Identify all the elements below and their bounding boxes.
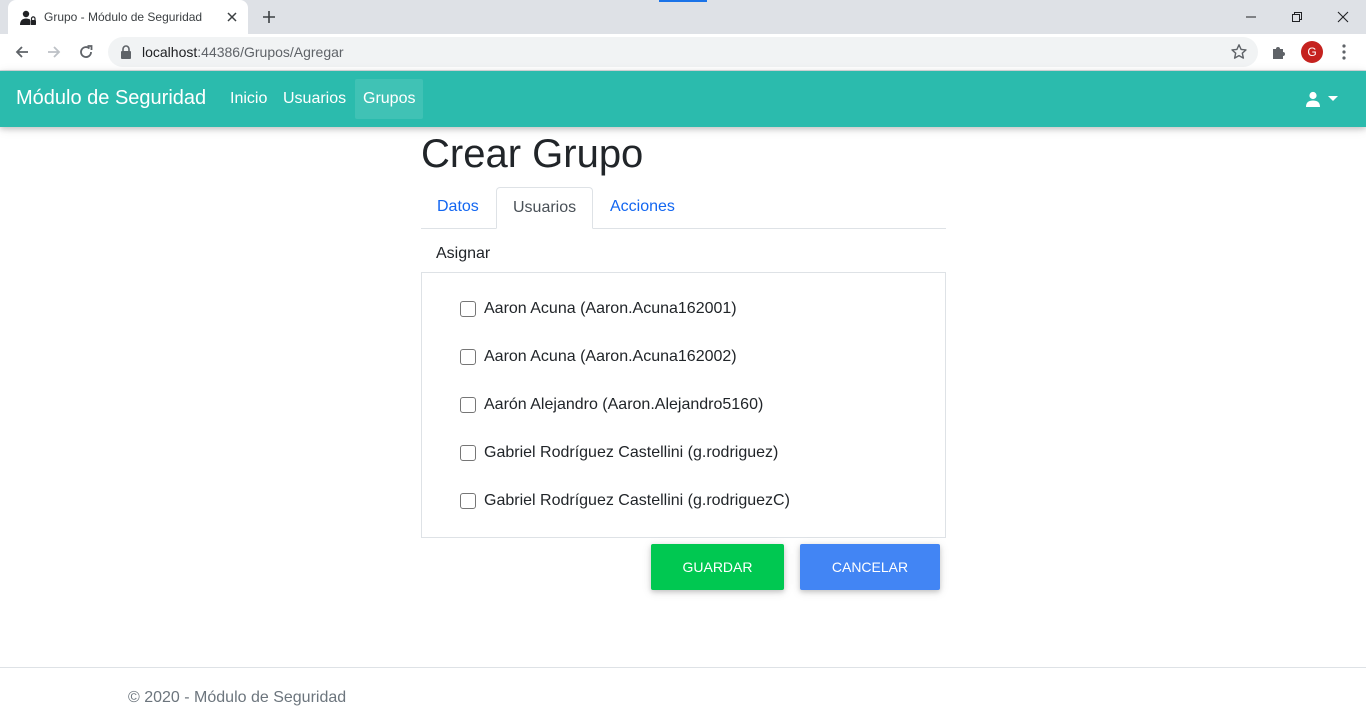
close-window-button[interactable] (1320, 0, 1366, 34)
group-tabs: Datos Usuarios Acciones (421, 187, 946, 229)
user-option-label: Aarón Alejandro (Aaron.Alejandro5160) (484, 396, 764, 413)
page-title: Crear Grupo (421, 132, 644, 176)
bookmark-star-icon[interactable] (1230, 43, 1248, 61)
address-bar[interactable]: localhost:44386/Grupos/Agregar (108, 37, 1258, 67)
user-checkbox[interactable] (460, 349, 476, 365)
url-host: localhost (142, 44, 198, 60)
caret-down-icon (1328, 96, 1338, 101)
minimize-window-button[interactable] (1228, 0, 1274, 34)
restore-icon (1292, 12, 1302, 22)
url-text: localhost:44386/Grupos/Agregar (142, 44, 344, 60)
arrow-right-icon (48, 46, 61, 58)
restore-window-button[interactable] (1274, 0, 1320, 34)
user-checkbox[interactable] (460, 397, 476, 413)
user-option[interactable]: Aarón Alejandro (Aaron.Alejandro5160) (460, 393, 763, 417)
close-window-icon (1337, 11, 1349, 23)
tab-acciones[interactable]: Acciones (594, 187, 691, 229)
new-tab-icon[interactable] (261, 9, 277, 25)
navbar-brand[interactable]: Módulo de Seguridad (16, 87, 206, 110)
save-button[interactable]: GUARDAR (651, 544, 784, 590)
page-footer: © 2020 - Módulo de Seguridad (0, 667, 1366, 728)
url-path: :44386/Grupos/Agregar (197, 44, 344, 60)
tab-usuarios[interactable]: Usuarios (496, 187, 594, 229)
cancel-button[interactable]: CANCELAR (800, 544, 940, 590)
user-assignment-list: Aaron Acuna (Aaron.Acuna162001) Aaron Ac… (421, 272, 946, 538)
tab-datos[interactable]: Datos (421, 187, 495, 229)
user-option-label: Aaron Acuna (Aaron.Acuna162002) (484, 348, 737, 365)
user-checkbox[interactable] (460, 493, 476, 509)
back-button[interactable] (12, 42, 32, 62)
user-option[interactable]: Aaron Acuna (Aaron.Acuna162001) (460, 297, 737, 321)
user-option-label: Gabriel Rodríguez Castellini (g.rodrigue… (484, 444, 779, 461)
profile-avatar[interactable]: G (1301, 41, 1323, 63)
extensions-puzzle-icon[interactable] (1270, 43, 1288, 61)
tab-drag-indicator (659, 0, 707, 2)
footer-copyright: © 2020 - Módulo de Seguridad (128, 689, 347, 706)
user-icon (1306, 91, 1320, 107)
user-option-label: Aaron Acuna (Aaron.Acuna162001) (484, 300, 737, 317)
browser-menu-icon[interactable] (1337, 43, 1351, 61)
user-option[interactable]: Gabriel Rodríguez Castellini (g.rodrigue… (460, 441, 778, 465)
user-checkbox[interactable] (460, 445, 476, 461)
browser-tab-title: Grupo - Módulo de Seguridad (44, 10, 203, 24)
arrow-left-icon (15, 46, 28, 58)
user-option-label: Gabriel Rodríguez Castellini (g.rodrigue… (484, 492, 790, 509)
forward-button[interactable] (44, 42, 64, 62)
user-lock-favicon-icon (20, 10, 36, 25)
browser-toolbar: localhost:44386/Grupos/Agregar (0, 34, 1366, 71)
browser-tab[interactable]: Grupo - Módulo de Seguridad (8, 0, 248, 34)
close-tab-icon[interactable] (224, 9, 240, 25)
lock-icon (121, 45, 131, 59)
reload-button[interactable] (76, 42, 96, 62)
nav-link-grupos[interactable]: Grupos (355, 79, 424, 119)
nav-link-inicio[interactable]: Inicio (222, 79, 275, 119)
browser-tabstrip: Grupo - Módulo de Seguridad (0, 0, 1366, 34)
user-checkbox[interactable] (460, 301, 476, 317)
assign-label: Asignar (436, 245, 491, 262)
user-option[interactable]: Aaron Acuna (Aaron.Acuna162002) (460, 345, 737, 369)
nav-link-usuarios[interactable]: Usuarios (275, 79, 354, 119)
minimize-icon (1246, 16, 1256, 18)
user-option[interactable]: Gabriel Rodríguez Castellini (g.rodrigue… (460, 489, 790, 513)
reload-icon (80, 45, 93, 58)
app-navbar: Módulo de Seguridad Inicio Usuarios Grup… (0, 71, 1366, 127)
user-menu-dropdown[interactable] (1305, 89, 1345, 109)
